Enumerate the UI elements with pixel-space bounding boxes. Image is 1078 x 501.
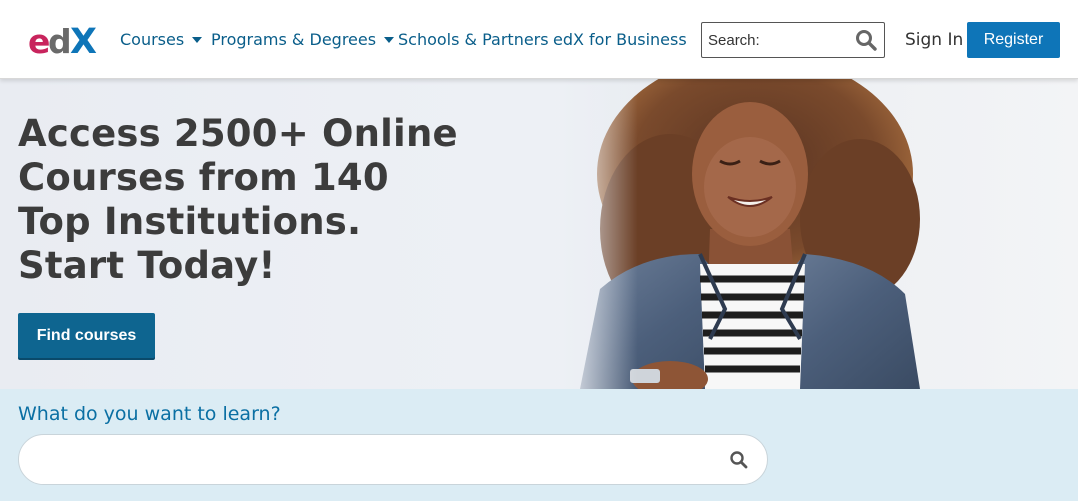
learn-search-input[interactable] bbox=[37, 435, 717, 484]
chevron-down-icon bbox=[384, 36, 395, 43]
svg-text:X: X bbox=[70, 22, 97, 58]
nav-courses[interactable]: Courses bbox=[120, 30, 203, 49]
nav-business-label: edX for Business bbox=[553, 30, 687, 49]
search-icon[interactable] bbox=[729, 450, 749, 470]
nav-programs-degrees[interactable]: Programs & Degrees bbox=[211, 30, 395, 49]
top-header: e d X Courses Programs & Degrees Schools… bbox=[0, 0, 1078, 79]
find-courses-button[interactable]: Find courses bbox=[18, 313, 155, 358]
header-search bbox=[701, 22, 885, 58]
hero-photo-student bbox=[560, 79, 1078, 389]
svg-text:d: d bbox=[48, 22, 72, 58]
sign-in-link[interactable]: Sign In bbox=[905, 30, 963, 50]
register-button[interactable]: Register bbox=[967, 22, 1060, 58]
edx-logo[interactable]: e d X bbox=[28, 22, 106, 58]
learn-search-box bbox=[18, 434, 768, 485]
hero-headline-line: Access 2500+ Online bbox=[18, 112, 458, 155]
hero-headline-line: Top Institutions. bbox=[18, 200, 362, 243]
chevron-down-icon bbox=[192, 36, 203, 43]
nav-schools-label: Schools & Partners bbox=[398, 30, 549, 49]
hero-headline-line: Courses from 140 bbox=[18, 156, 389, 199]
nav-programs-label: Programs & Degrees bbox=[211, 30, 377, 49]
nav-courses-label: Courses bbox=[120, 30, 185, 49]
nav-edx-for-business[interactable]: edX for Business bbox=[553, 30, 687, 49]
search-icon[interactable] bbox=[855, 29, 877, 51]
nav-schools-partners[interactable]: Schools & Partners bbox=[398, 30, 549, 49]
hero-headline: Access 2500+ Online Courses from 140 Top… bbox=[18, 112, 458, 288]
learn-search-section: What do you want to learn? bbox=[0, 389, 1078, 501]
hero-headline-line: Start Today! bbox=[18, 244, 276, 287]
header-search-input[interactable] bbox=[702, 23, 852, 57]
hero-banner: Access 2500+ Online Courses from 140 Top… bbox=[0, 79, 1078, 389]
learn-search-label: What do you want to learn? bbox=[18, 403, 281, 425]
